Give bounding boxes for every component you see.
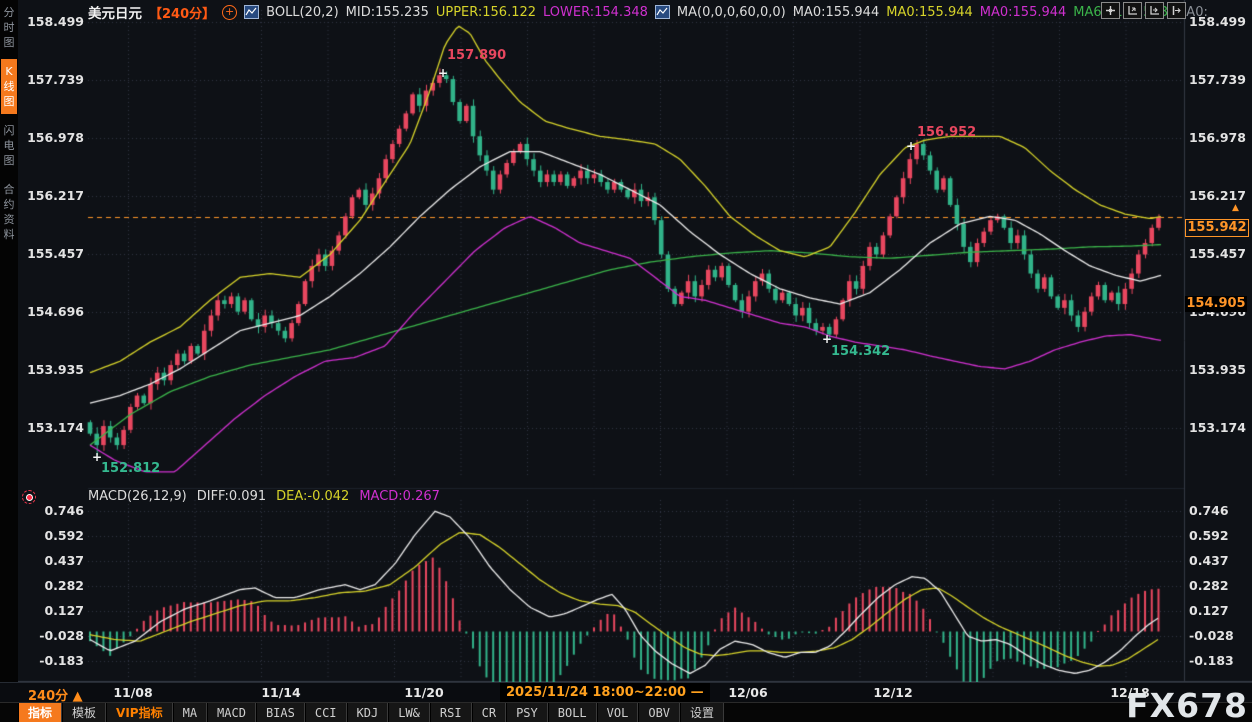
price-axis-label: 156.978 — [1189, 130, 1252, 145]
price-axis-label: 157.739 — [20, 72, 84, 87]
collapse-right-icon[interactable] — [1167, 2, 1186, 19]
toolbar-button-ma[interactable]: MA — [173, 703, 207, 722]
toolbar-button-kdj[interactable]: KDJ — [347, 703, 389, 722]
price-axis-label: 157.739 — [1189, 72, 1252, 87]
macd-macd-value: MACD:0.267 — [359, 489, 440, 504]
macd-header: MACD(26,12,9) DIFF:0.091 DEA:-0.042 MACD… — [88, 489, 440, 504]
toolbar-button-template[interactable]: 模板 — [62, 703, 106, 722]
price-axis-label: 158.499 — [20, 14, 84, 29]
crosshair-icon[interactable] — [1101, 2, 1120, 19]
symbol-name: 美元日元 — [88, 2, 142, 22]
low-annotation: 152.812 — [101, 461, 160, 476]
sidebar-tab-lightning-chart[interactable]: 闪电图 — [1, 118, 17, 173]
ma1-value: MA0:155.944 — [793, 5, 880, 20]
price-axis-label: 155.457 — [1189, 246, 1252, 261]
macd-axis-label: 0.437 — [20, 553, 84, 568]
fx678-watermark: FX678 — [1126, 686, 1248, 722]
x-axis-date: 12/06 — [728, 685, 767, 700]
price-axis-label: 153.174 — [1189, 420, 1252, 435]
x-axis-date: 11/14 — [261, 685, 300, 700]
price-marker-cross-icon: + — [92, 452, 102, 462]
hover-time-tooltip: 2025/11/24 18:00~22:00 — — [500, 683, 710, 703]
macd-axis-label: 0.127 — [1189, 603, 1252, 618]
boll-label: BOLL(20,2) — [266, 5, 339, 20]
chart-header: 美元日元 【240分】 + BOLL(20,2) MID:155.235 UPP… — [88, 3, 1208, 21]
zoom-axis-icon[interactable] — [1123, 2, 1142, 19]
x-axis-date: 11/08 — [113, 685, 152, 700]
macd-axis-label: -0.183 — [20, 653, 84, 668]
toolbar-button-cci[interactable]: CCI — [305, 703, 347, 722]
price-axis-label: 156.978 — [20, 130, 84, 145]
sidebar-tab-kline-chart[interactable]: K线图 — [1, 59, 17, 114]
chart-canvas[interactable] — [0, 0, 1252, 722]
price-marker-cross-icon: + — [906, 141, 916, 151]
macd-diff-value: DIFF:0.091 — [197, 489, 266, 504]
macd-axis-label: -0.183 — [1189, 653, 1252, 668]
boll-mid-value: MID:155.235 — [346, 5, 429, 20]
toolbar-button-rsi[interactable]: RSI — [430, 703, 472, 722]
macd-axis-label: 0.282 — [20, 578, 84, 593]
ma2-value: MA0:155.944 — [886, 5, 973, 20]
toolbar-button-boll[interactable]: BOLL — [548, 703, 597, 722]
macd-axis-label: -0.028 — [1189, 628, 1252, 643]
high-annotation: 157.890 — [447, 48, 506, 63]
macd-axis-label: 0.592 — [1189, 528, 1252, 543]
macd-axis-label: 0.437 — [1189, 553, 1252, 568]
price-axis-label: 156.217 — [1189, 188, 1252, 203]
x-axis-date: 12/12 — [873, 685, 912, 700]
left-sidebar: 分时图 K线图 闪电图 合约资料 — [0, 0, 18, 682]
macd-axis-label: 0.127 — [20, 603, 84, 618]
toolbar-button-bias[interactable]: BIAS — [256, 703, 305, 722]
ma3-value: MA0:155.944 — [980, 5, 1067, 20]
macd-pane-icon[interactable] — [22, 490, 36, 504]
boll-indicator-icon — [244, 5, 259, 19]
toolbar-button-macd[interactable]: MACD — [207, 703, 256, 722]
toolbar-button-obv[interactable]: OBV — [638, 703, 680, 722]
macd-axis-label: 0.282 — [1189, 578, 1252, 593]
secondary-price-badge: 154.905 — [1185, 296, 1247, 312]
add-circle-icon[interactable]: + — [222, 5, 237, 20]
price-marker-cross-icon: + — [822, 334, 832, 344]
sidebar-tab-contract-info[interactable]: 合约资料 — [1, 177, 17, 247]
price-axis-label: 158.499 — [1189, 14, 1252, 29]
sidebar-tab-time-chart[interactable]: 分时图 — [1, 0, 17, 55]
toolbar-button-indicator[interactable]: 指标 — [18, 703, 62, 722]
macd-axis-label: 0.746 — [1189, 503, 1252, 518]
macd-dea-value: DEA:-0.042 — [276, 489, 349, 504]
boll-lower-value: LOWER:154.348 — [543, 5, 648, 20]
toolbar-button-cr[interactable]: CR — [472, 703, 506, 722]
price-marker-cross-icon: + — [438, 68, 448, 78]
trading-app-window: 分时图 K线图 闪电图 合约资料 美元日元 【240分】 + BOLL(20,2… — [0, 0, 1252, 722]
price-axis-label: 153.174 — [20, 420, 84, 435]
boll-upper-value: UPPER:156.122 — [436, 5, 536, 20]
price-axis-label: 154.696 — [20, 304, 84, 319]
macd-axis-label: 0.746 — [20, 503, 84, 518]
x-axis-row: 240分 ▲ 11/08 11/14 11/20 12/02 12/06 12/… — [0, 682, 1252, 703]
low-annotation: 154.342 — [831, 344, 890, 359]
chart-tools — [1101, 2, 1186, 19]
indicator-toolbar: 指标 模板 VIP指标 MA MACD BIAS CCI KDJ LW& RSI… — [0, 702, 1252, 722]
toolbar-button-settings[interactable]: 设置 — [680, 703, 724, 722]
toolbar-button-lw[interactable]: LW& — [388, 703, 430, 722]
ma-label: MA(0,0,0,60,0,0) — [677, 5, 786, 20]
x-axis-date: 11/20 — [404, 685, 443, 700]
play-axis-icon[interactable] — [1145, 2, 1164, 19]
macd-axis-label: 0.592 — [20, 528, 84, 543]
toolbar-button-psy[interactable]: PSY — [506, 703, 548, 722]
toolbar-button-vol[interactable]: VOL — [597, 703, 639, 722]
current-price-badge: 155.942 — [1185, 219, 1249, 237]
price-axis-label: 153.935 — [20, 362, 84, 377]
price-axis-label: 156.217 — [20, 188, 84, 203]
period-label: 【240分】 — [149, 3, 215, 22]
price-axis-label: 155.457 — [20, 246, 84, 261]
macd-axis-label: -0.028 — [20, 628, 84, 643]
price-axis-label: 153.935 — [1189, 362, 1252, 377]
high-annotation: 156.952 — [917, 125, 976, 140]
current-price-arrow-icon: ▲ — [1232, 205, 1239, 212]
macd-title: MACD(26,12,9) — [88, 489, 187, 504]
toolbar-button-vip-indicator[interactable]: VIP指标 — [106, 703, 173, 722]
ma-indicator-icon — [655, 5, 670, 19]
